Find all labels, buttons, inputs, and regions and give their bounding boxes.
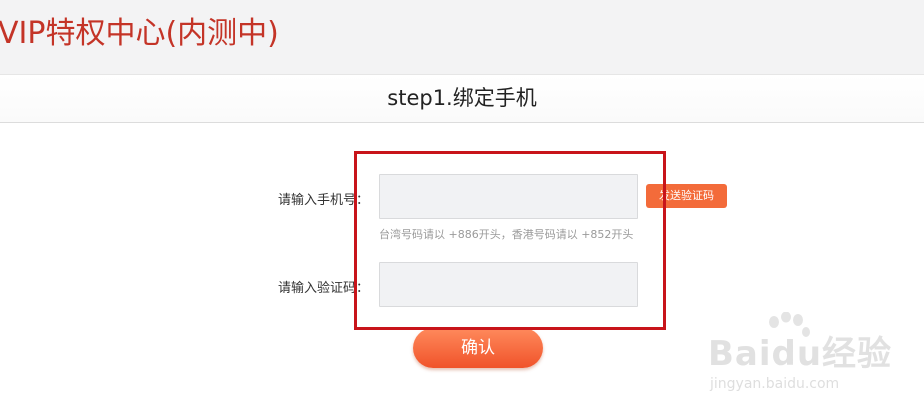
phone-input[interactable] (379, 174, 638, 219)
baidu-jingyan-watermark: Baidu经验 jingyan.baidu.com (700, 312, 893, 408)
page-title: VIP特权中心(内测中) (0, 16, 279, 51)
code-label: 请输入验证码： (278, 281, 370, 296)
header-band: VIP特权中心(内测中) (0, 0, 924, 75)
phone-hint: 台湾号码请以 +886开头，香港号码请以 +852开头 (379, 228, 634, 241)
step-title: step1.绑定手机 (387, 86, 537, 110)
phone-label: 请输入手机号： (278, 193, 370, 208)
watermark-brand: Baidu经验 (708, 334, 893, 374)
verification-code-input[interactable] (379, 262, 638, 307)
send-code-button[interactable]: 发送验证码 (646, 184, 727, 208)
watermark-url: jingyan.baidu.com (710, 376, 840, 392)
step-bar: step1.绑定手机 (0, 75, 924, 123)
confirm-button[interactable]: 确认 (413, 328, 543, 368)
